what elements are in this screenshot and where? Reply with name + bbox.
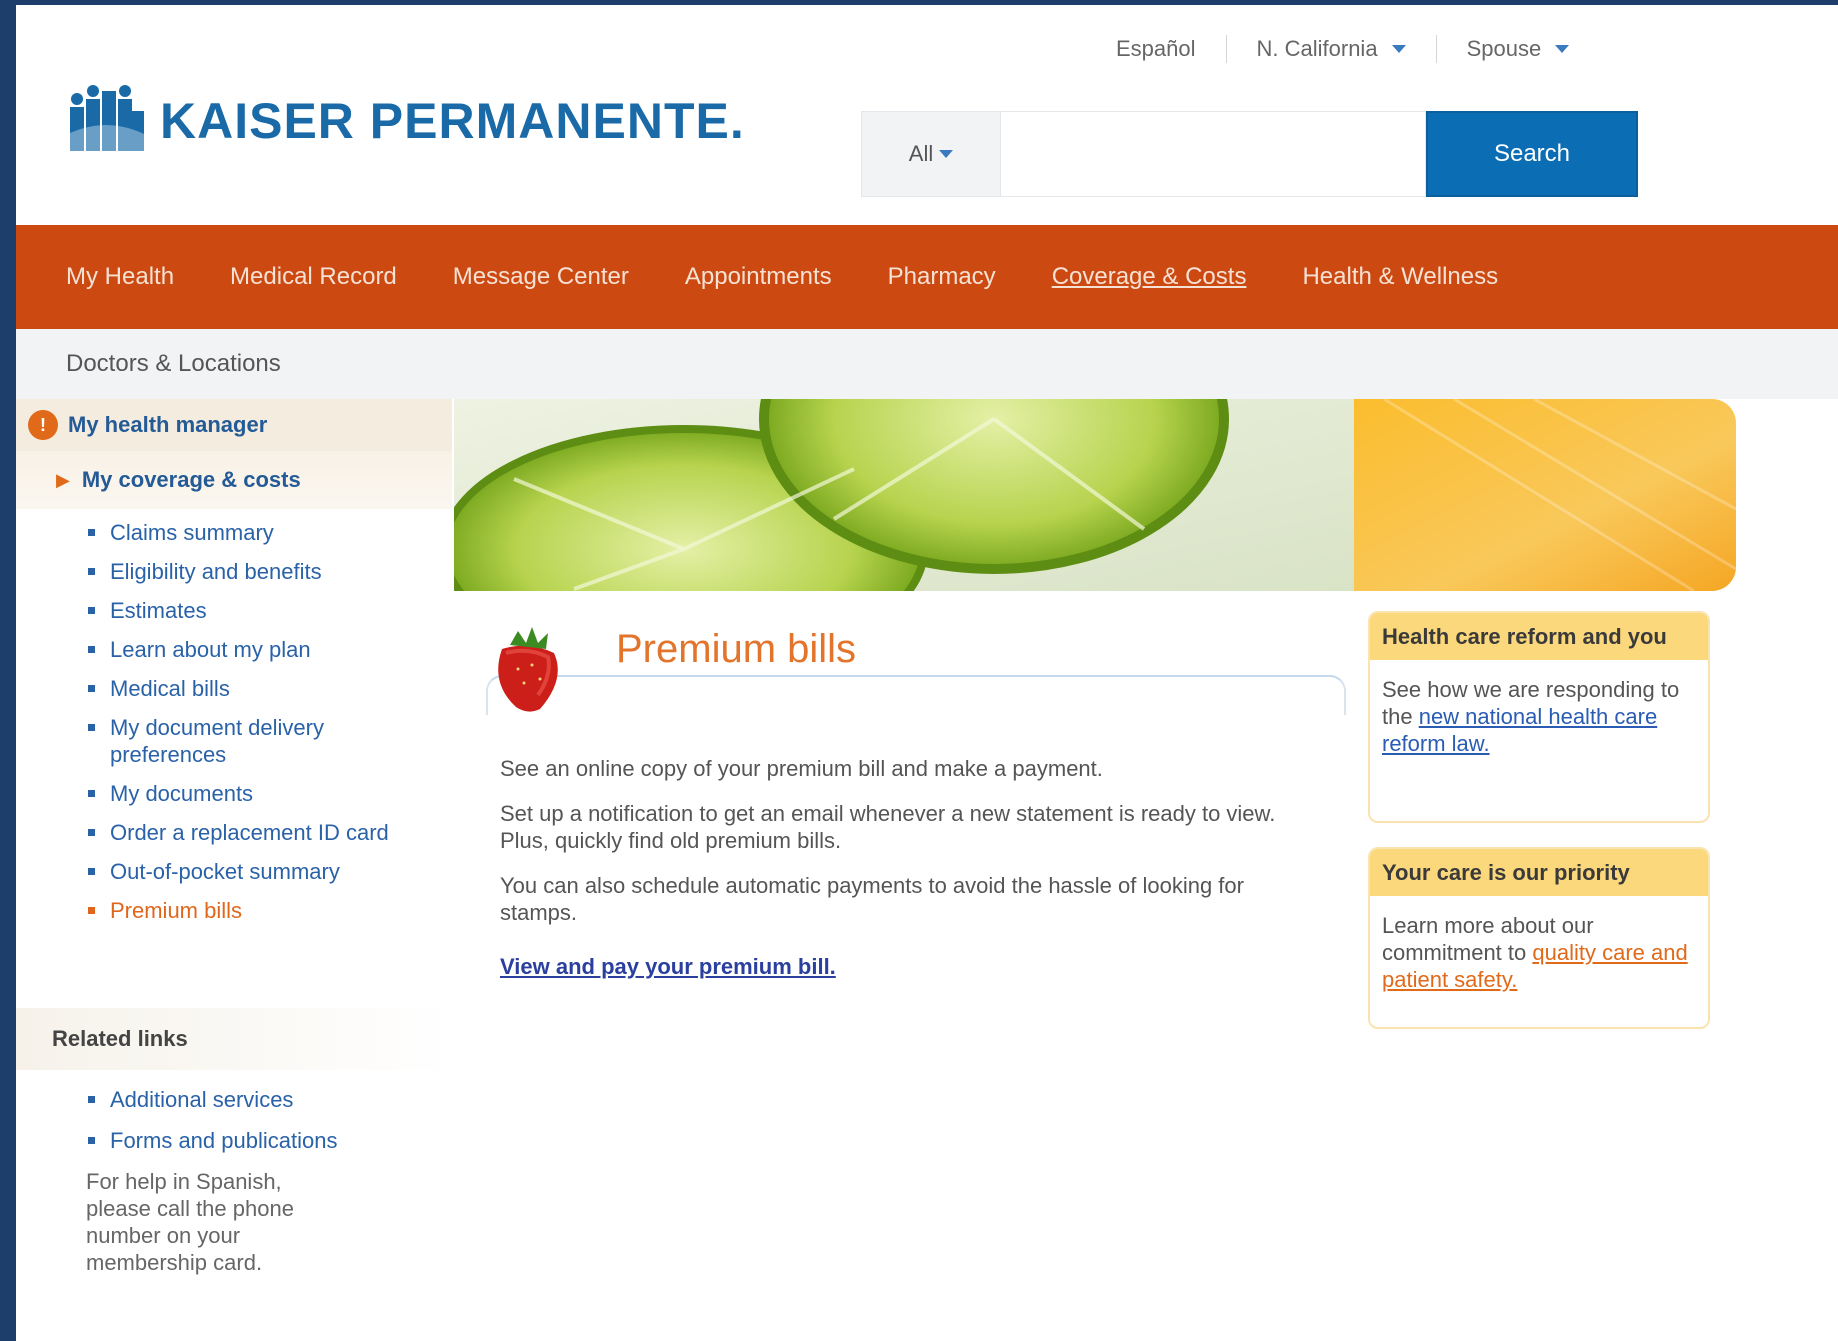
priority-box-heading: Your care is our priority — [1370, 849, 1708, 896]
sidebar-item-document-delivery[interactable]: My document delivery preferences — [88, 714, 428, 768]
sidebar-item-claims-summary[interactable]: Claims summary — [88, 519, 428, 546]
sidebar-item-replacement-id[interactable]: Order a replacement ID card — [88, 819, 428, 846]
lime-banner-image — [454, 399, 1736, 591]
sidebar-item-estimates[interactable]: Estimates — [88, 597, 428, 624]
sidebar-top-label: My health manager — [68, 412, 268, 437]
page: Español N. California Spouse KAISER PERM… — [16, 5, 1838, 1341]
sidebar-item-learn-plan[interactable]: Learn about my plan — [88, 636, 428, 663]
divider — [1225, 35, 1227, 63]
doctors-locations-link[interactable]: Doctors & Locations — [66, 350, 281, 378]
sidebar-item-medical-bills[interactable]: Medical bills — [88, 675, 428, 702]
paragraph-online-copy: See an online copy of your premium bill … — [500, 756, 1103, 781]
chevron-down-icon — [1391, 45, 1406, 53]
nav-coverage-costs[interactable]: Coverage & Costs — [1052, 263, 1247, 291]
title-row: Premium bills — [466, 615, 1346, 715]
sidebar-item-out-of-pocket[interactable]: Out-of-pocket summary — [88, 858, 428, 885]
region-selector[interactable]: N. California — [1257, 36, 1406, 62]
kp-logo-icon — [66, 85, 146, 157]
paragraph-notification: Set up a notification to get an email wh… — [500, 801, 1276, 853]
nav-medical-record[interactable]: Medical Record — [230, 263, 397, 291]
language-link[interactable]: Español — [1116, 36, 1196, 62]
related-link-additional-services[interactable]: Additional services — [88, 1086, 452, 1113]
sidebar-item-eligibility[interactable]: Eligibility and benefits — [88, 558, 428, 585]
reform-law-link[interactable]: new national health care reform law. — [1382, 704, 1657, 756]
related-links-heading: Related links — [16, 1008, 452, 1070]
search-input[interactable] — [1001, 111, 1426, 197]
divider — [1435, 35, 1437, 63]
logo-text: KAISER PERMANENTE. — [160, 93, 745, 149]
nav-appointments[interactable]: Appointments — [685, 263, 832, 291]
reform-box-heading: Health care reform and you — [1370, 613, 1708, 660]
search-scope-dropdown[interactable]: All — [861, 111, 1001, 197]
user-label: Spouse — [1466, 36, 1542, 61]
reform-box-body: See how we are responding to the new nat… — [1370, 660, 1708, 773]
arrow-right-icon: ▶ — [56, 469, 70, 490]
nav-pharmacy[interactable]: Pharmacy — [888, 263, 996, 291]
search-scope-label: All — [908, 141, 934, 166]
sidebar-item-my-documents[interactable]: My documents — [88, 780, 428, 807]
page-title: Premium bills — [616, 627, 857, 671]
spanish-help-note: For help in Spanish, please call the pho… — [86, 1169, 294, 1275]
priority-box: Your care is our priority Learn more abo… — [1368, 847, 1710, 1029]
sidebar-section-coverage[interactable]: ▶ My coverage & costs — [16, 451, 452, 509]
chevron-down-icon — [1555, 45, 1570, 53]
nav-my-health[interactable]: My Health — [66, 263, 174, 291]
search-bar: All Search — [861, 111, 1638, 197]
sidebar-top-item[interactable]: ! My health manager — [16, 399, 452, 451]
view-pay-bill-link[interactable]: View and pay your premium bill. — [466, 954, 1346, 980]
nav-health-wellness[interactable]: Health & Wellness — [1302, 263, 1498, 291]
related-link-forms[interactable]: Forms and publications — [88, 1127, 452, 1154]
chevron-down-icon — [939, 150, 954, 158]
region-label: N. California — [1256, 36, 1378, 61]
hero-banner — [454, 399, 1736, 591]
strawberry-icon — [498, 627, 558, 712]
paragraph-automatic-payments: You can also schedule automatic payments… — [500, 873, 1244, 925]
secondary-nav: Doctors & Locations — [16, 329, 1838, 399]
logo[interactable]: KAISER PERMANENTE. — [66, 85, 745, 157]
related-links-list: Additional services Forms and publicatio… — [16, 1070, 452, 1154]
utility-links: Español N. California Spouse — [1116, 35, 1570, 63]
priority-box-body: Learn more about our commitment to quali… — [1370, 896, 1708, 1009]
nav-message-center[interactable]: Message Center — [453, 263, 629, 291]
main-nav: My Health Medical Record Message Center … — [16, 225, 1838, 329]
sidebar: ! My health manager ▶ My coverage & cost… — [16, 399, 452, 1276]
search-button[interactable]: Search — [1426, 111, 1638, 197]
sidebar-item-premium-bills[interactable]: Premium bills — [88, 897, 428, 924]
main-content: Premium bills See an online copy of your… — [466, 615, 1346, 980]
reform-box: Health care reform and you See how we ar… — [1368, 611, 1710, 823]
sidebar-section-label: My coverage & costs — [81, 467, 301, 492]
user-selector[interactable]: Spouse — [1467, 36, 1570, 62]
alert-icon: ! — [28, 410, 58, 440]
title-underline — [486, 675, 1346, 715]
sidebar-list: Claims summary Eligibility and benefits … — [16, 509, 452, 924]
